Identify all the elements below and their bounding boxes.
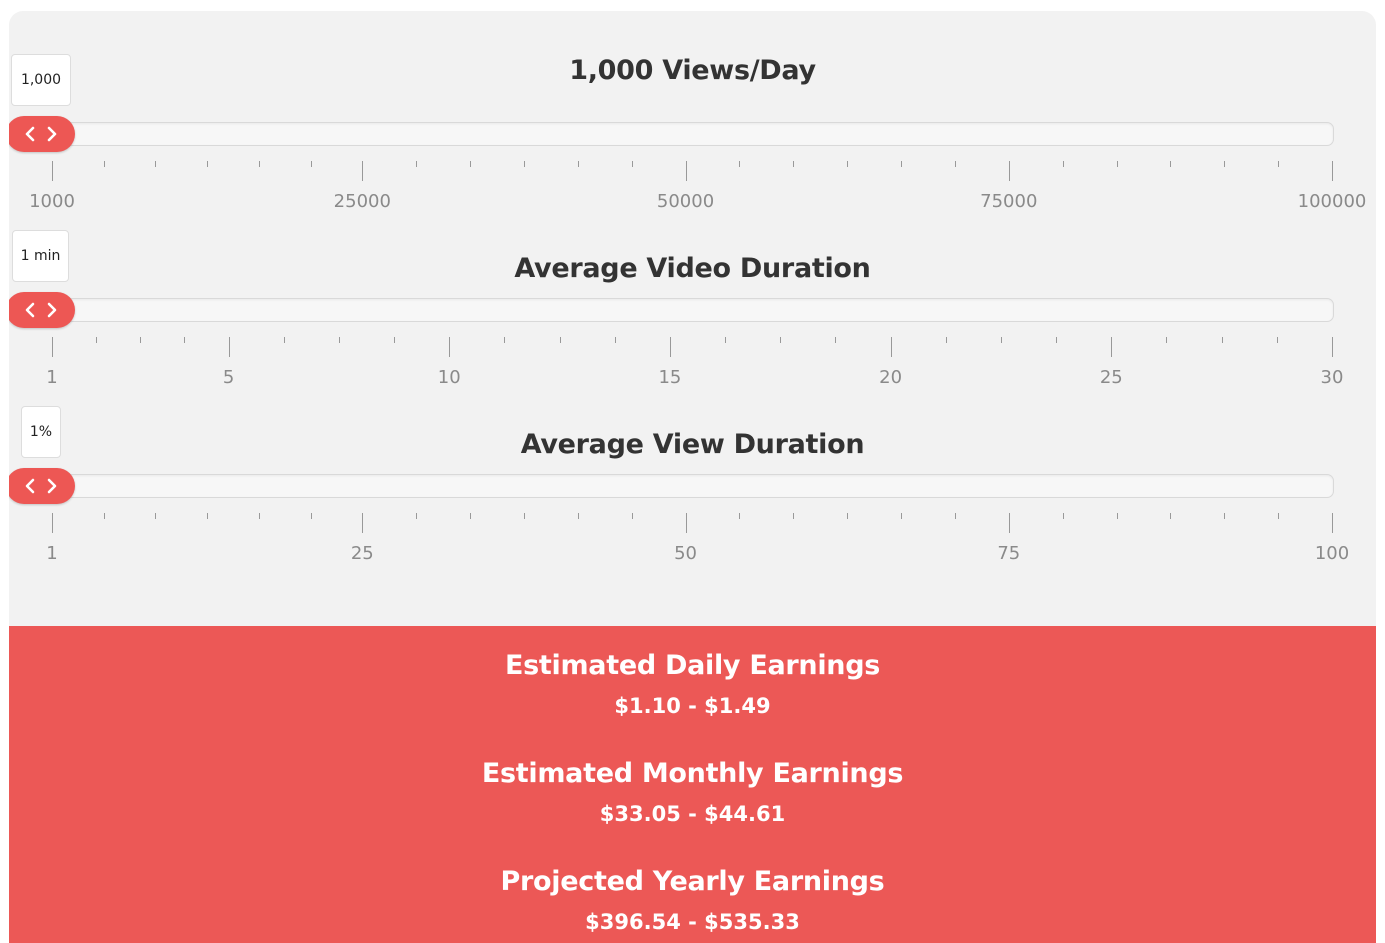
- minor-tick: [725, 337, 727, 343]
- tick-label: 25: [1099, 367, 1123, 388]
- minor-tick: [847, 513, 849, 519]
- minor-tick: [559, 337, 561, 343]
- minor-tick: [901, 513, 903, 519]
- major-tick: [1008, 513, 1010, 533]
- chevron-left-icon: [25, 478, 34, 494]
- tick-label: 50000: [656, 191, 715, 212]
- minor-tick: [103, 513, 105, 519]
- minor-tick: [1221, 337, 1223, 343]
- minor-tick: [954, 513, 956, 519]
- major-tick: [362, 513, 364, 533]
- minor-tick: [470, 513, 472, 519]
- minor-tick: [504, 337, 506, 343]
- minor-tick: [184, 337, 186, 343]
- tick-label: 1000: [29, 191, 75, 212]
- tick-label: 25: [350, 543, 374, 564]
- monthly-earnings-value: $33.05 - $44.61: [599, 802, 786, 826]
- minor-tick: [1056, 337, 1058, 343]
- minor-tick: [631, 513, 633, 519]
- major-tick: [669, 337, 671, 357]
- minor-tick: [739, 513, 741, 519]
- minor-tick: [945, 337, 947, 343]
- major-tick: [890, 337, 892, 357]
- tick-label: 1: [46, 367, 58, 388]
- major-tick: [52, 337, 53, 357]
- minor-tick: [1276, 337, 1278, 343]
- tick-label: 25000: [333, 191, 391, 212]
- video-duration-slider-title: Average Video Duration: [514, 253, 871, 284]
- minor-tick: [780, 337, 782, 343]
- daily-earnings-heading: Estimated Daily Earnings: [505, 650, 880, 681]
- minor-tick: [283, 337, 285, 343]
- major-tick: [52, 513, 53, 533]
- tick-label: 75: [997, 543, 1021, 564]
- tick-label: 100: [1314, 543, 1350, 564]
- minor-tick: [338, 337, 340, 343]
- video-duration-slider-track[interactable]: [49, 298, 1334, 322]
- tick-label: 20: [879, 367, 903, 388]
- tick-label: 75000: [980, 191, 1038, 212]
- tick-label: 1: [46, 543, 58, 564]
- view-duration-slider-section: 1% Average View Duration 1 25 50 75 100: [9, 11, 1376, 564]
- minor-tick: [416, 513, 418, 519]
- minor-tick: [793, 513, 795, 519]
- minor-tick: [1224, 513, 1226, 519]
- video-duration-slider-handle[interactable]: [9, 292, 75, 328]
- chevron-left-icon: [25, 302, 34, 318]
- major-tick: [1332, 337, 1333, 357]
- major-tick: [228, 337, 230, 357]
- tick-label: 15: [658, 367, 682, 388]
- minor-tick: [258, 513, 260, 519]
- minor-tick: [1116, 513, 1118, 519]
- earnings-calculator-card: 1,000 1,000 Views/Day 1000 25000 50000 7500…: [9, 11, 1376, 943]
- major-tick: [685, 513, 687, 533]
- major-tick: [1111, 337, 1113, 357]
- monthly-earnings-heading: Estimated Monthly Earnings: [481, 758, 904, 789]
- tick-label: 30: [1320, 367, 1344, 388]
- daily-earnings-value: $1.10 - $1.49: [614, 694, 771, 718]
- tick-label: 5: [222, 367, 235, 388]
- minor-tick: [310, 513, 312, 519]
- minor-tick: [140, 337, 142, 343]
- yearly-earnings-value: $396.54 - $535.33: [585, 910, 800, 934]
- minor-tick: [207, 513, 209, 519]
- minor-tick: [394, 337, 396, 343]
- minor-tick: [1170, 513, 1172, 519]
- minor-tick: [1166, 337, 1168, 343]
- major-tick: [449, 337, 451, 357]
- earnings-results-panel: Estimated Daily Earnings $1.10 - $1.49 E…: [9, 626, 1376, 943]
- yearly-earnings-heading: Projected Yearly Earnings: [500, 866, 885, 897]
- view-duration-slider-handle[interactable]: [9, 468, 75, 504]
- tick-label: 100000: [1297, 191, 1367, 212]
- minor-tick: [835, 337, 837, 343]
- view-duration-slider-title: Average View Duration: [520, 429, 865, 460]
- minor-tick: [96, 337, 98, 343]
- tick-label: 50: [674, 543, 697, 564]
- minor-tick: [1278, 513, 1280, 519]
- minor-tick: [1062, 513, 1064, 519]
- minor-tick: [523, 513, 525, 519]
- chevron-right-icon: [47, 478, 56, 494]
- tick-label: 10: [437, 367, 461, 388]
- minor-tick: [1000, 337, 1002, 343]
- major-tick: [1332, 513, 1333, 533]
- chevron-right-icon: [47, 302, 56, 318]
- minor-tick: [155, 513, 157, 519]
- view-duration-slider-track[interactable]: [49, 474, 1334, 498]
- minor-tick: [614, 337, 616, 343]
- minor-tick: [577, 513, 579, 519]
